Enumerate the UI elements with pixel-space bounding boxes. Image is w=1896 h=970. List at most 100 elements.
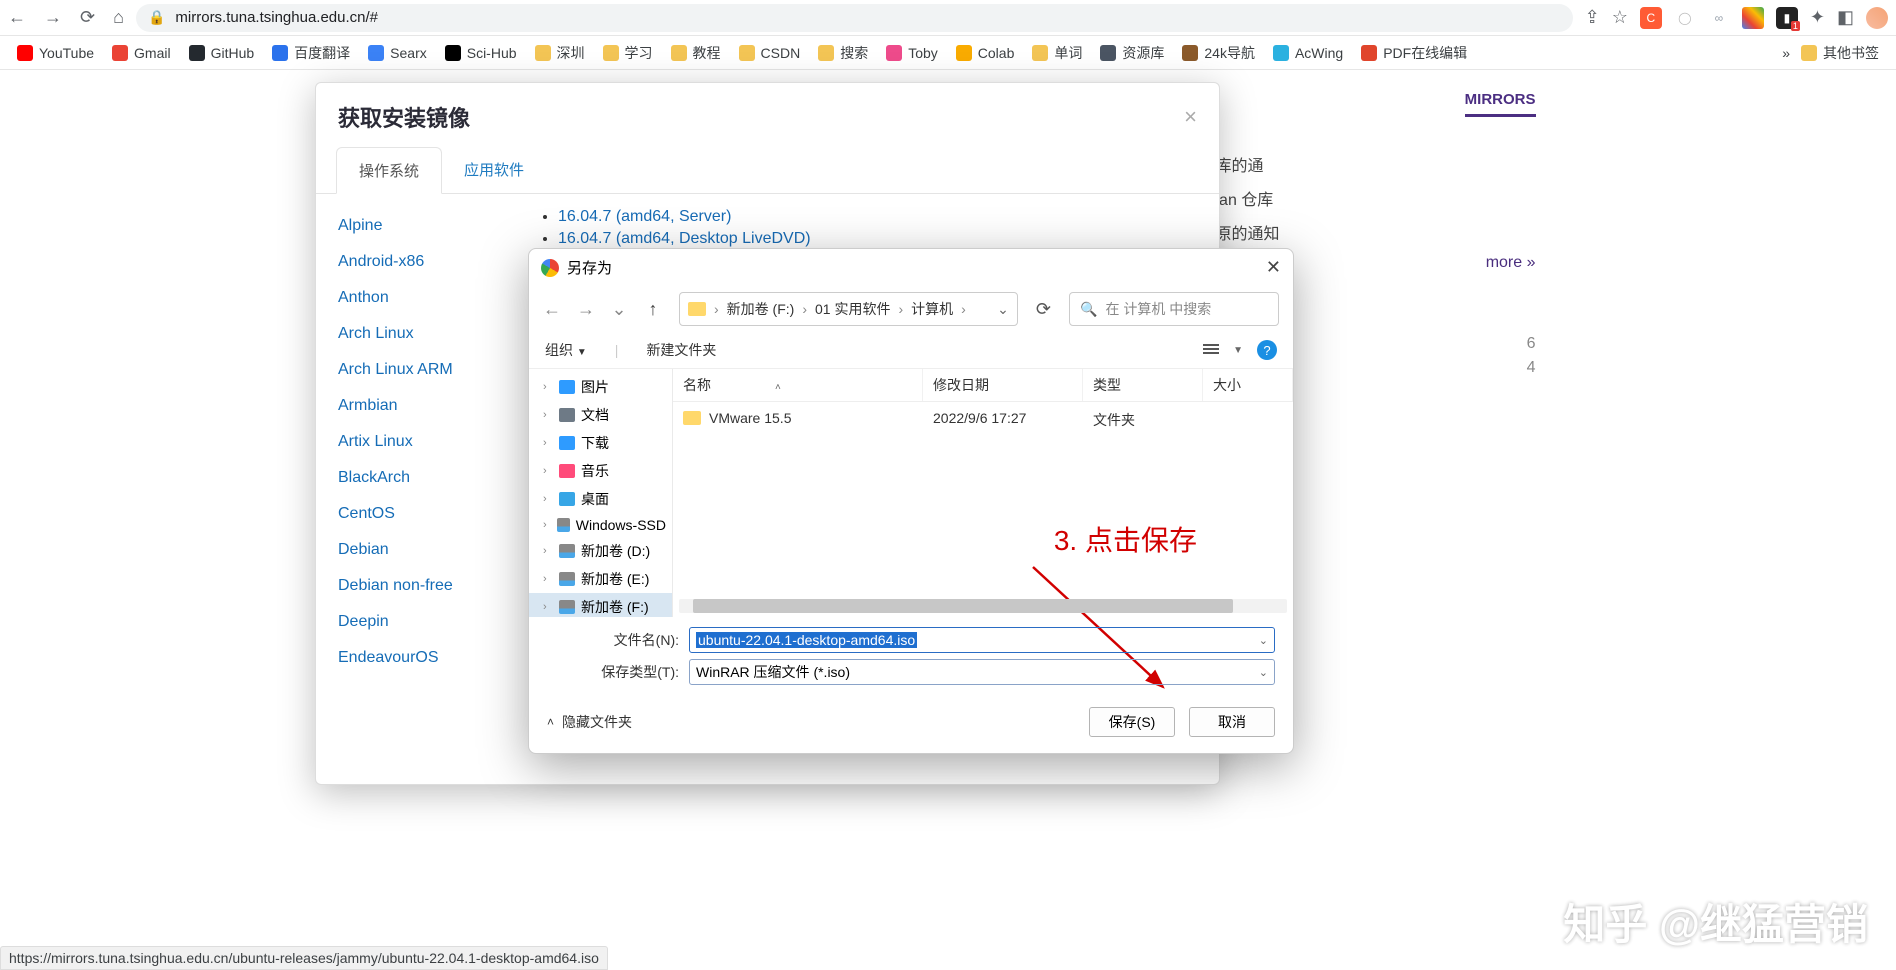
folder-icon	[559, 380, 575, 394]
other-bookmarks[interactable]: 其他书签	[1794, 40, 1886, 66]
chevron-right-icon[interactable]: ›	[543, 465, 553, 477]
tab-app[interactable]: 应用软件	[442, 147, 546, 193]
bookmark-item[interactable]: PDF在线编辑	[1354, 40, 1474, 66]
save-as-dialog: 另存为 ✕ ← → ⌄ ↑ › 新加卷 (F:)› 01 实用软件› 计算机› …	[528, 248, 1294, 754]
distro-item[interactable]: Android-x86	[338, 244, 504, 280]
reload-icon[interactable]: ⟳	[80, 7, 95, 28]
bookmark-item[interactable]: GitHub	[182, 40, 262, 66]
home-icon[interactable]: ⌂	[113, 7, 124, 28]
distro-item[interactable]: EndeavourOS	[338, 640, 504, 676]
bookmark-item[interactable]: Gmail	[105, 40, 178, 66]
bookmark-item[interactable]: 百度翻译	[265, 40, 357, 66]
back-icon[interactable]: ←	[8, 7, 26, 28]
tree-node[interactable]: ›桌面	[529, 485, 672, 513]
filetype-select[interactable]: WinRAR 压缩文件 (*.iso) ⌄	[689, 659, 1275, 685]
distro-item[interactable]: Arch Linux	[338, 316, 504, 352]
bookmark-item[interactable]: 教程	[664, 40, 728, 66]
bookmark-item[interactable]: 学习	[596, 40, 660, 66]
distro-item[interactable]: Debian	[338, 532, 504, 568]
chevron-right-icon[interactable]: ›	[543, 437, 553, 449]
distro-item[interactable]: Artix Linux	[338, 424, 504, 460]
chevron-down-icon[interactable]: ▼	[1233, 345, 1243, 356]
star-icon[interactable]: ☆	[1612, 7, 1628, 28]
filename-input[interactable]: ubuntu-22.04.1-desktop-amd64.iso ⌄	[689, 627, 1275, 653]
tree-node[interactable]: ›音乐	[529, 457, 672, 485]
help-icon[interactable]: ?	[1257, 340, 1277, 360]
distro-item[interactable]: CentOS	[338, 496, 504, 532]
nav-up-icon[interactable]: ↑	[645, 299, 661, 320]
tree-node[interactable]: ›新加卷 (D:)	[529, 537, 672, 565]
ext-icon-4[interactable]	[1742, 7, 1764, 29]
extensions-icon[interactable]: ✦	[1810, 7, 1825, 28]
distro-item[interactable]: Armbian	[338, 388, 504, 424]
chevron-right-icon[interactable]: ›	[543, 381, 553, 393]
bookmark-item[interactable]: 资源库	[1093, 40, 1171, 66]
refresh-icon[interactable]: ⟳	[1036, 299, 1051, 320]
bookmark-item[interactable]: 24k导航	[1175, 40, 1262, 66]
chevron-right-icon[interactable]: ›	[543, 519, 551, 531]
bookmark-item[interactable]: CSDN	[732, 40, 808, 66]
ext-icon-2[interactable]: ◯	[1674, 7, 1696, 29]
ext-icon-3[interactable]: ∞	[1708, 7, 1730, 29]
ext-icon-5[interactable]: ▮1	[1776, 7, 1798, 29]
bookmark-item[interactable]: Sci-Hub	[438, 40, 524, 66]
chevron-right-icon[interactable]: ›	[543, 409, 553, 421]
distro-item[interactable]: Arch Linux ARM	[338, 352, 504, 388]
chevron-right-icon[interactable]: ›	[543, 573, 553, 585]
bookmark-item[interactable]: YouTube	[10, 40, 101, 66]
file-row[interactable]: VMware 15.5 2022/9/6 17:27 文件夹	[673, 402, 1293, 438]
organize-menu[interactable]: 组织 ▼	[545, 340, 587, 360]
share-icon[interactable]: ⇪	[1585, 7, 1600, 28]
tree-node[interactable]: ›下载	[529, 429, 672, 457]
sort-icon[interactable]: ˄	[775, 382, 781, 393]
tree-node[interactable]: ›Windows-SSD	[529, 513, 672, 537]
distro-item[interactable]: BlackArch	[338, 460, 504, 496]
new-folder-button[interactable]: 新建文件夹	[646, 340, 716, 360]
bookmark-item[interactable]: 搜索	[811, 40, 875, 66]
tree-node[interactable]: ›新加卷 (F:)	[529, 593, 672, 617]
chevron-down-icon[interactable]: ⌄	[1259, 634, 1268, 647]
file-list-header: 名称˄ 修改日期 类型 大小	[673, 369, 1293, 402]
breadcrumb[interactable]: › 新加卷 (F:)› 01 实用软件› 计算机› ⌄	[679, 292, 1018, 326]
search-input[interactable]: 🔍 在 计算机 中搜索	[1069, 292, 1279, 326]
version-link[interactable]: 16.04.7 (amd64, Desktop LiveDVD)	[558, 230, 811, 247]
bookmark-item[interactable]: 深圳	[528, 40, 592, 66]
close-icon[interactable]: ×	[1184, 104, 1197, 130]
bookmark-item[interactable]: Colab	[949, 40, 1022, 66]
tree-node[interactable]: ›文档	[529, 401, 672, 429]
distro-item[interactable]: Debian non-free	[338, 568, 504, 604]
cancel-button[interactable]: 取消	[1189, 707, 1275, 737]
hide-folders-toggle[interactable]: ˄ 隐藏文件夹	[547, 712, 632, 732]
distro-item[interactable]: Anthon	[338, 280, 504, 316]
ext-icon-1[interactable]: C	[1640, 7, 1662, 29]
bookmark-overflow[interactable]: »	[1782, 45, 1790, 61]
tree-node[interactable]: ›图片	[529, 373, 672, 401]
profile-avatar[interactable]	[1866, 7, 1888, 29]
drive-icon	[559, 600, 575, 614]
bookmark-item[interactable]: AcWing	[1266, 40, 1350, 66]
horizontal-scrollbar[interactable]	[679, 599, 1287, 613]
bookmark-item[interactable]: 单词	[1025, 40, 1089, 66]
view-icon[interactable]	[1203, 344, 1219, 356]
distro-item[interactable]: Deepin	[338, 604, 504, 640]
save-button[interactable]: 保存(S)	[1089, 707, 1175, 737]
distro-item[interactable]: Alpine	[338, 208, 504, 244]
chevron-down-icon[interactable]: ⌄	[1259, 666, 1268, 679]
chevron-right-icon[interactable]: ›	[543, 601, 553, 613]
chevron-right-icon[interactable]: ›	[543, 545, 553, 557]
version-link[interactable]: 16.04.7 (amd64, Server)	[558, 208, 731, 225]
address-bar[interactable]: 🔒 mirrors.tuna.tsinghua.edu.cn/#	[136, 4, 1573, 32]
tree-node[interactable]: ›新加卷 (E:)	[529, 565, 672, 593]
chevron-right-icon[interactable]: ›	[543, 493, 553, 505]
bookmark-item[interactable]: Searx	[361, 40, 434, 66]
forward-icon[interactable]: →	[44, 7, 62, 28]
nav-back-icon[interactable]: ←	[543, 299, 559, 320]
sidepanel-icon[interactable]: ◧	[1837, 7, 1854, 28]
close-icon[interactable]: ✕	[1266, 257, 1281, 278]
url-text: mirrors.tuna.tsinghua.edu.cn/#	[175, 9, 378, 26]
tab-os[interactable]: 操作系统	[336, 147, 442, 194]
chevron-down-icon[interactable]: ⌄	[997, 301, 1009, 318]
bookmark-item[interactable]: Toby	[879, 40, 945, 66]
chevron-down-icon[interactable]: ⌄	[611, 299, 627, 320]
lock-icon: 🔒	[148, 9, 165, 26]
